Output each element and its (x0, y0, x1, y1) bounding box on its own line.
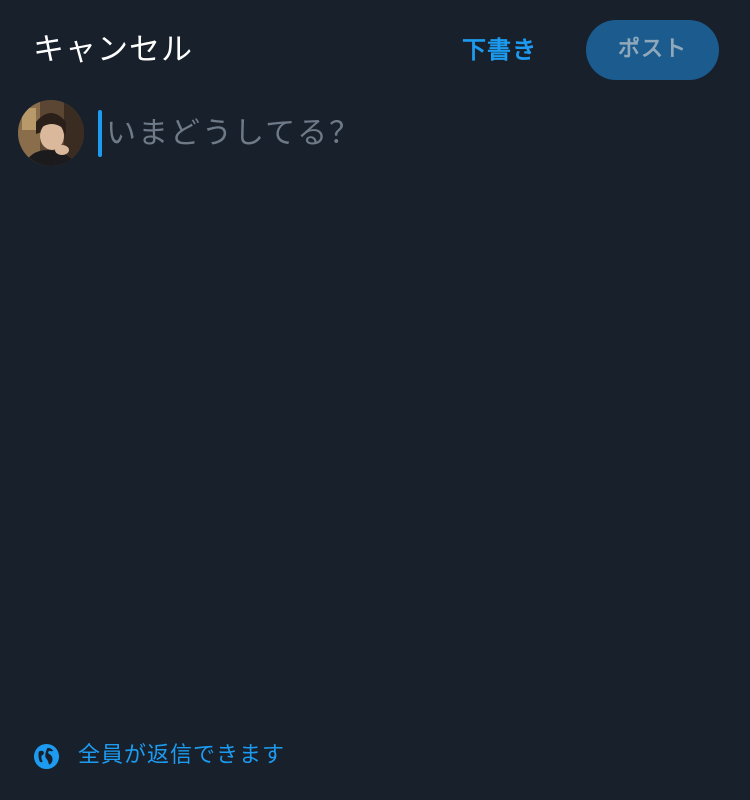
compose-post-screen: キャンセル 下書き ポスト いまどうしてる？ 全員が返信できます (0, 0, 750, 800)
composer-placeholder: いまどうしてる？ (106, 116, 362, 151)
reply-setting-button[interactable]: 全員が返信できます (33, 740, 285, 772)
post-text-input[interactable]: いまどうしてる？ (98, 110, 718, 158)
globe-icon (33, 743, 60, 769)
avatar[interactable] (18, 100, 84, 166)
reply-setting-label: 全員が返信できます (78, 743, 286, 768)
drafts-button[interactable]: 下書き (462, 33, 537, 67)
avatar-photo (18, 100, 84, 166)
text-cursor (98, 110, 102, 157)
post-button[interactable]: ポスト (586, 20, 719, 80)
cancel-button[interactable]: キャンセル (33, 30, 193, 70)
